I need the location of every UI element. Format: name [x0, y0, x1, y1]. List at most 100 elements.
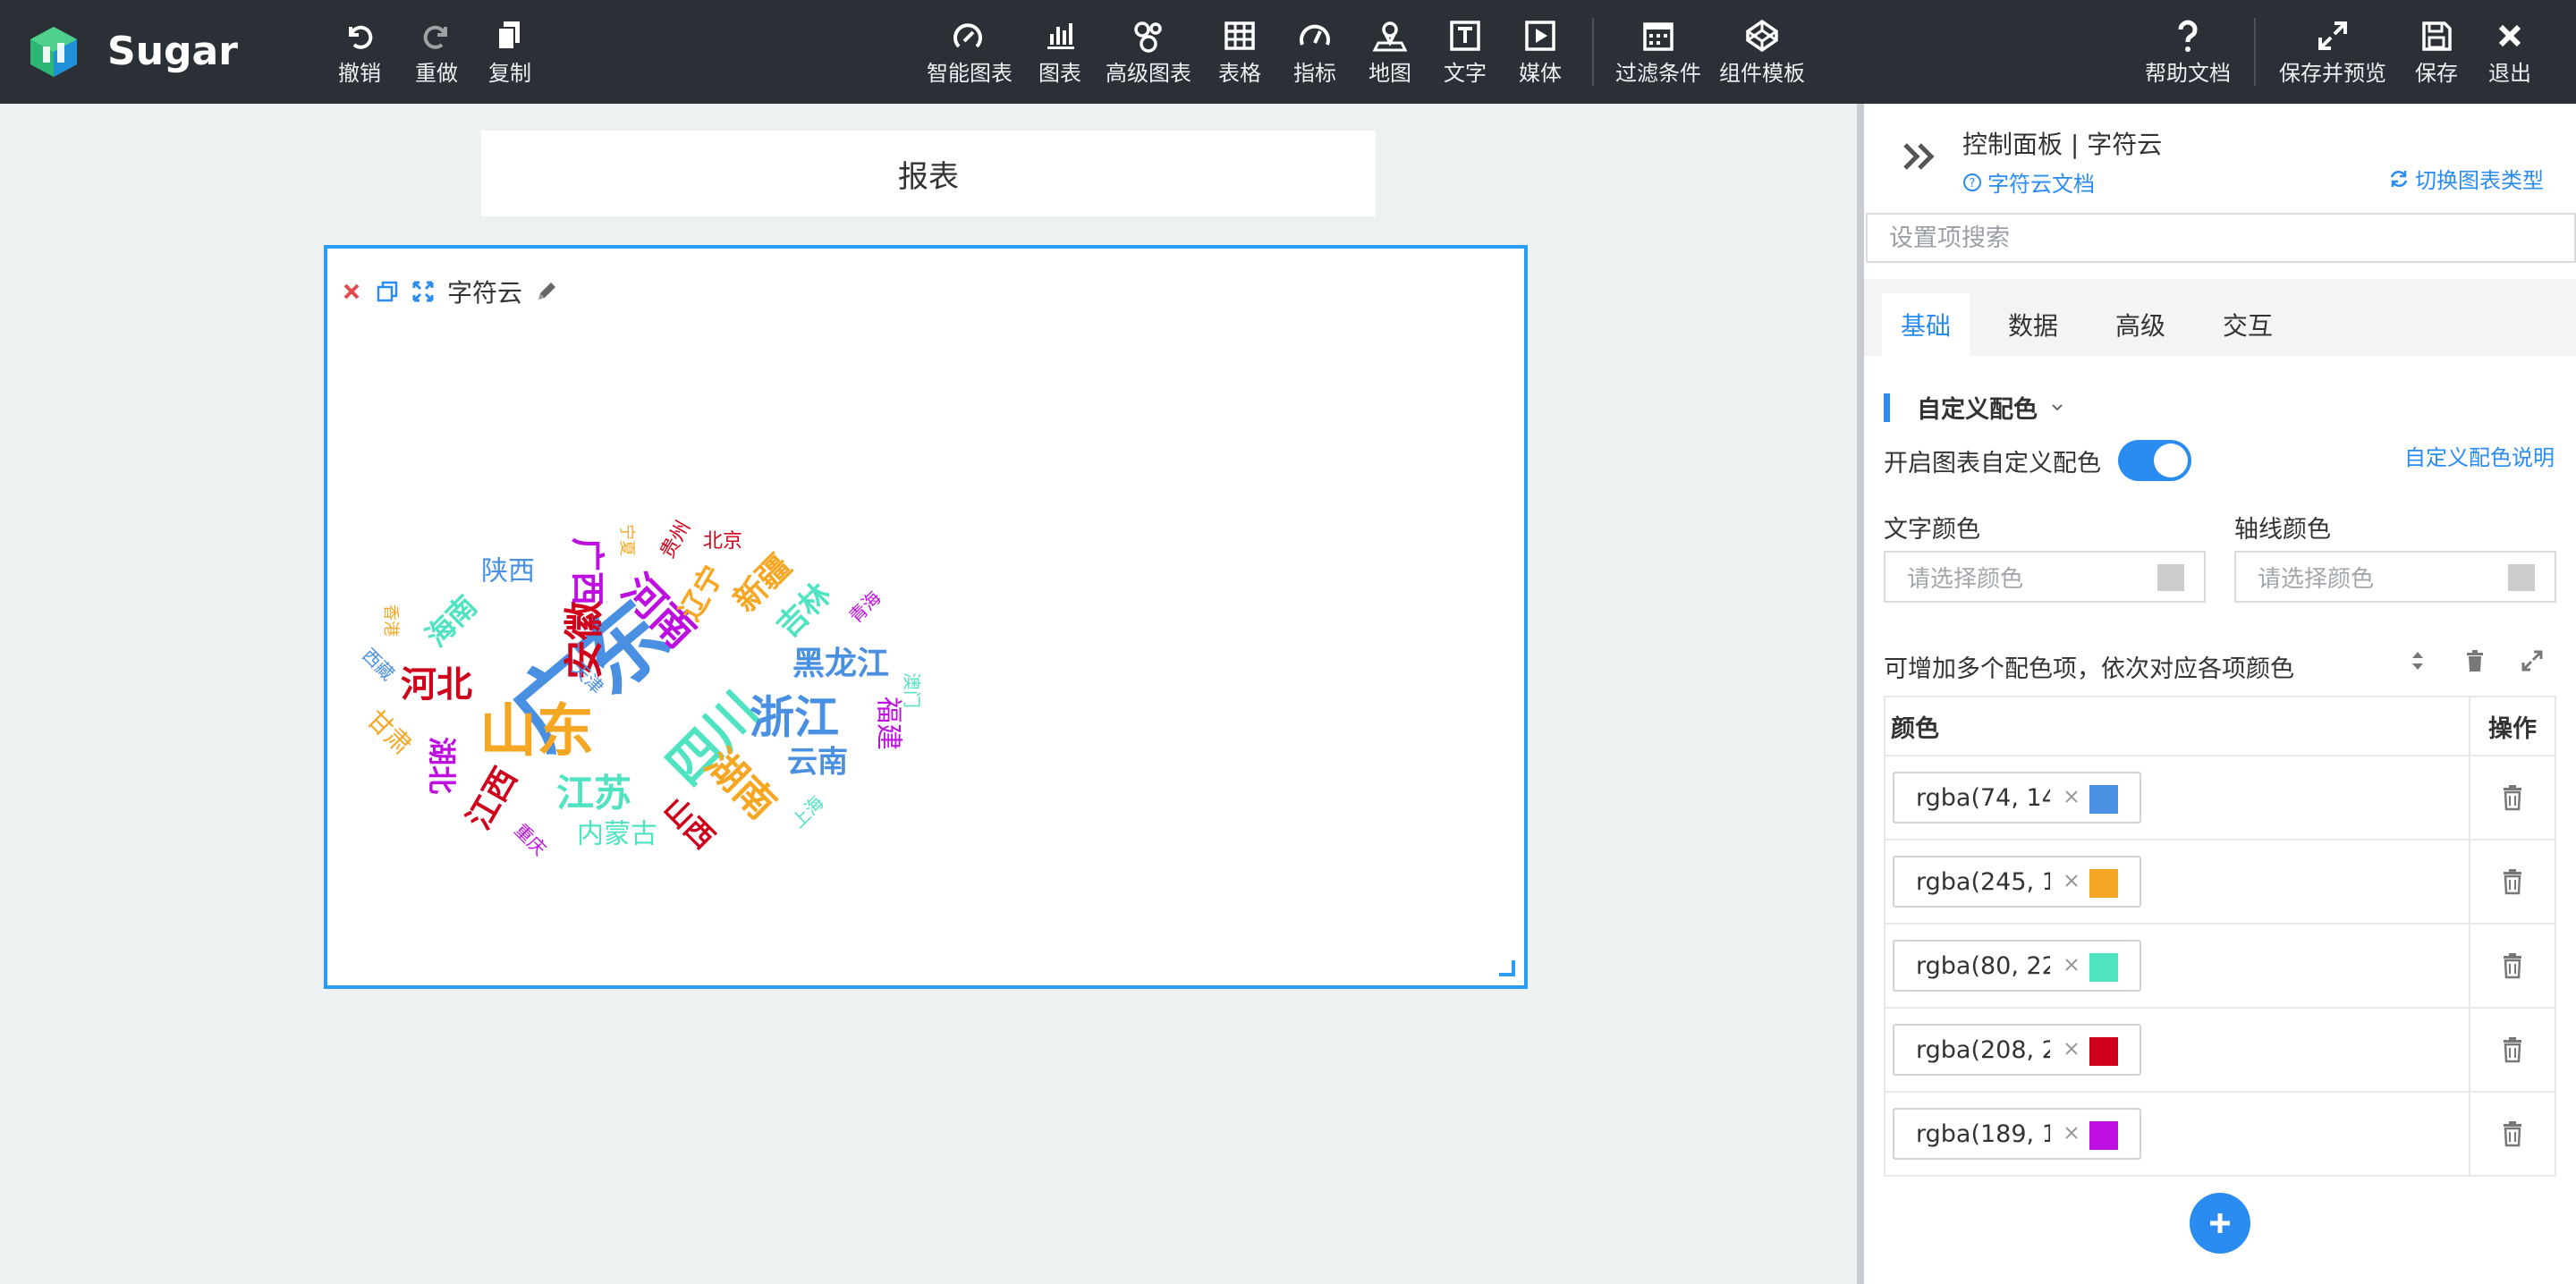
text-color-picker[interactable]: 请选择颜色: [1884, 551, 2206, 603]
color-value-input[interactable]: rgba(189, 16, 224, 1): [1893, 1108, 2141, 1160]
templates-button[interactable]: 组件模板: [1719, 16, 1805, 91]
wordcloud-word[interactable]: 黑龙江: [792, 646, 889, 682]
wordcloud-word[interactable]: 江西: [461, 762, 525, 836]
filter-button[interactable]: 过滤条件: [1615, 16, 1701, 91]
wordcloud-word[interactable]: 宁夏: [617, 524, 636, 556]
wordcloud-word[interactable]: 江苏: [556, 772, 631, 815]
save-button[interactable]: 保存: [2415, 16, 2458, 91]
wordcloud-word[interactable]: 湖北: [425, 737, 459, 794]
wordcloud-word[interactable]: 山东: [479, 699, 594, 765]
axis-color-picker[interactable]: 请选择颜色: [2234, 551, 2556, 603]
trash-all-icon[interactable]: [2462, 647, 2488, 674]
color-value-input[interactable]: rgba(245, 166, 35, 1): [1893, 856, 2141, 908]
toolbar-divider: [1592, 18, 1594, 86]
color-swatch[interactable]: [2089, 1037, 2118, 1066]
redo-button[interactable]: 重做: [415, 16, 458, 91]
trash-icon[interactable]: [2499, 1119, 2526, 1148]
wordcloud-word[interactable]: 重庆: [510, 819, 550, 859]
wordcloud-word[interactable]: 青海: [844, 587, 885, 627]
clear-x-icon[interactable]: [2059, 868, 2084, 893]
expand-editor-icon[interactable]: [2519, 647, 2546, 674]
text-button[interactable]: 文字: [1444, 16, 1487, 91]
table-icon: [1224, 21, 1255, 50]
wordcloud-word[interactable]: 西藏: [358, 644, 398, 684]
color-swatch[interactable]: [2089, 1121, 2118, 1150]
wordcloud-word[interactable]: 海南: [419, 589, 484, 654]
filter-label: 过滤条件: [1615, 61, 1701, 86]
clear-x-icon[interactable]: [2059, 1120, 2084, 1145]
wordcloud-word[interactable]: 陕西: [481, 556, 535, 587]
tab-data[interactable]: 数据: [1989, 293, 2077, 356]
report-title[interactable]: 报表: [481, 131, 1376, 216]
axis-color-label: 轴线颜色: [2234, 516, 2331, 544]
control-panel: 控制面板 | 字符云 ? 字符云文档 切换图表类型 基础 数据 高级 交互 自定…: [1864, 104, 2576, 1284]
header-color: 颜色: [1885, 697, 2470, 755]
wordcloud-word[interactable]: 福建: [873, 697, 904, 750]
add-color-button[interactable]: [2190, 1193, 2250, 1254]
wordcloud-word[interactable]: 浙江: [750, 692, 839, 744]
color-value-input[interactable]: rgba(74, 144, 226, 1): [1893, 772, 2141, 824]
wordcloud-doc-link[interactable]: ? 字符云文档: [1962, 166, 2095, 198]
custom-color-help-link[interactable]: 自定义配色说明: [2404, 440, 2555, 471]
trash-icon[interactable]: [2499, 867, 2526, 896]
smart-chart-button[interactable]: 智能图表: [927, 16, 1013, 91]
action-cell: [2470, 756, 2555, 839]
switch-chart-type-link[interactable]: 切换图表类型: [2388, 163, 2544, 194]
advanced-chart-button[interactable]: 高级图表: [1106, 16, 1191, 91]
wordcloud-word[interactable]: 云南: [787, 745, 848, 781]
section-accent-bar: [1884, 393, 1890, 422]
collapse-panel-icon[interactable]: [1900, 136, 1941, 177]
wordcloud-word[interactable]: 广西: [568, 537, 607, 605]
tab-interaction[interactable]: 交互: [2204, 293, 2292, 356]
clear-x-icon[interactable]: [2059, 784, 2084, 809]
wordcloud-word[interactable]: 山西: [657, 791, 721, 856]
media-button[interactable]: 媒体: [1519, 16, 1562, 91]
color-value-input[interactable]: rgba(208, 2, 27, 1): [1893, 1024, 2141, 1076]
wordcloud-word[interactable]: 澳门: [902, 672, 923, 708]
color-swatch[interactable]: [2089, 953, 2118, 982]
color-value-text: rgba(74, 144, 226, 1): [1916, 783, 2050, 812]
wordcloud-word[interactable]: 香港: [381, 604, 400, 637]
resize-handle[interactable]: [1499, 960, 1515, 976]
clear-x-icon[interactable]: [2059, 952, 2084, 977]
color-cell: rgba(80, 227, 194, 1): [1885, 925, 2470, 1007]
undo-button[interactable]: 撤销: [338, 16, 381, 91]
help-button[interactable]: 帮助文档: [2145, 16, 2231, 91]
exit-button[interactable]: 退出: [2488, 16, 2531, 91]
color-swatch[interactable]: [2089, 869, 2118, 898]
wordcloud-word[interactable]: 贵州: [657, 517, 696, 562]
table-button[interactable]: 表格: [1218, 16, 1261, 91]
section-custom-colors[interactable]: 自定义配色: [1884, 390, 2066, 425]
map-button[interactable]: 地图: [1368, 16, 1411, 91]
wordcloud-word[interactable]: 甘肃: [361, 704, 418, 760]
action-cell: [2470, 1093, 2555, 1175]
codepen-icon: [1746, 19, 1778, 53]
save-preview-button[interactable]: 保存并预览: [2279, 16, 2386, 91]
color-table-row: rgba(189, 16, 224, 1): [1885, 1093, 2555, 1175]
indicator-label: 指标: [1293, 61, 1336, 86]
wordcloud-word[interactable]: 上海: [787, 791, 827, 832]
tab-basic[interactable]: 基础: [1882, 293, 1970, 356]
wordcloud-word[interactable]: 河北: [401, 664, 472, 705]
wordcloud-widget[interactable]: 字符云 广东 山东 四川 浙江 河南 安徽 湖南 江苏 河北 黑龙江 广西 新疆 江西 云南 吉林 湖北 山西陕…: [324, 245, 1528, 989]
trash-icon[interactable]: [2499, 951, 2526, 980]
wordcloud-chart: 广东山东 四川浙江河南安徽湖南江苏河北黑龙江广西 新疆江西 云南吉林湖北山西陕西内蒙古…: [358, 517, 923, 859]
enable-custom-color-toggle[interactable]: [2118, 440, 2191, 481]
trash-icon[interactable]: [2499, 1035, 2526, 1064]
panel-divider[interactable]: [1857, 104, 1864, 1284]
wordcloud-word[interactable]: 内蒙古: [577, 819, 657, 850]
copy-button[interactable]: 复制: [488, 16, 531, 91]
color-value-input[interactable]: rgba(80, 227, 194, 1): [1893, 940, 2141, 992]
chart-button[interactable]: 图表: [1038, 16, 1081, 91]
tab-advanced[interactable]: 高级: [2097, 293, 2184, 356]
sort-icon[interactable]: [2404, 647, 2431, 674]
indicator-button[interactable]: 指标: [1293, 16, 1336, 91]
color-table: 颜色 操作 rgba(74, 144, 226, 1) rgba(245, 166…: [1884, 696, 2556, 1177]
settings-search-input[interactable]: [1866, 213, 2576, 263]
color-swatch[interactable]: [2089, 785, 2118, 814]
wordcloud-word[interactable]: 北京: [703, 530, 742, 553]
chart-label: 图表: [1038, 61, 1081, 86]
clear-x-icon[interactable]: [2059, 1036, 2084, 1061]
trash-icon[interactable]: [2499, 783, 2526, 812]
plus-icon: [2210, 1213, 2230, 1233]
